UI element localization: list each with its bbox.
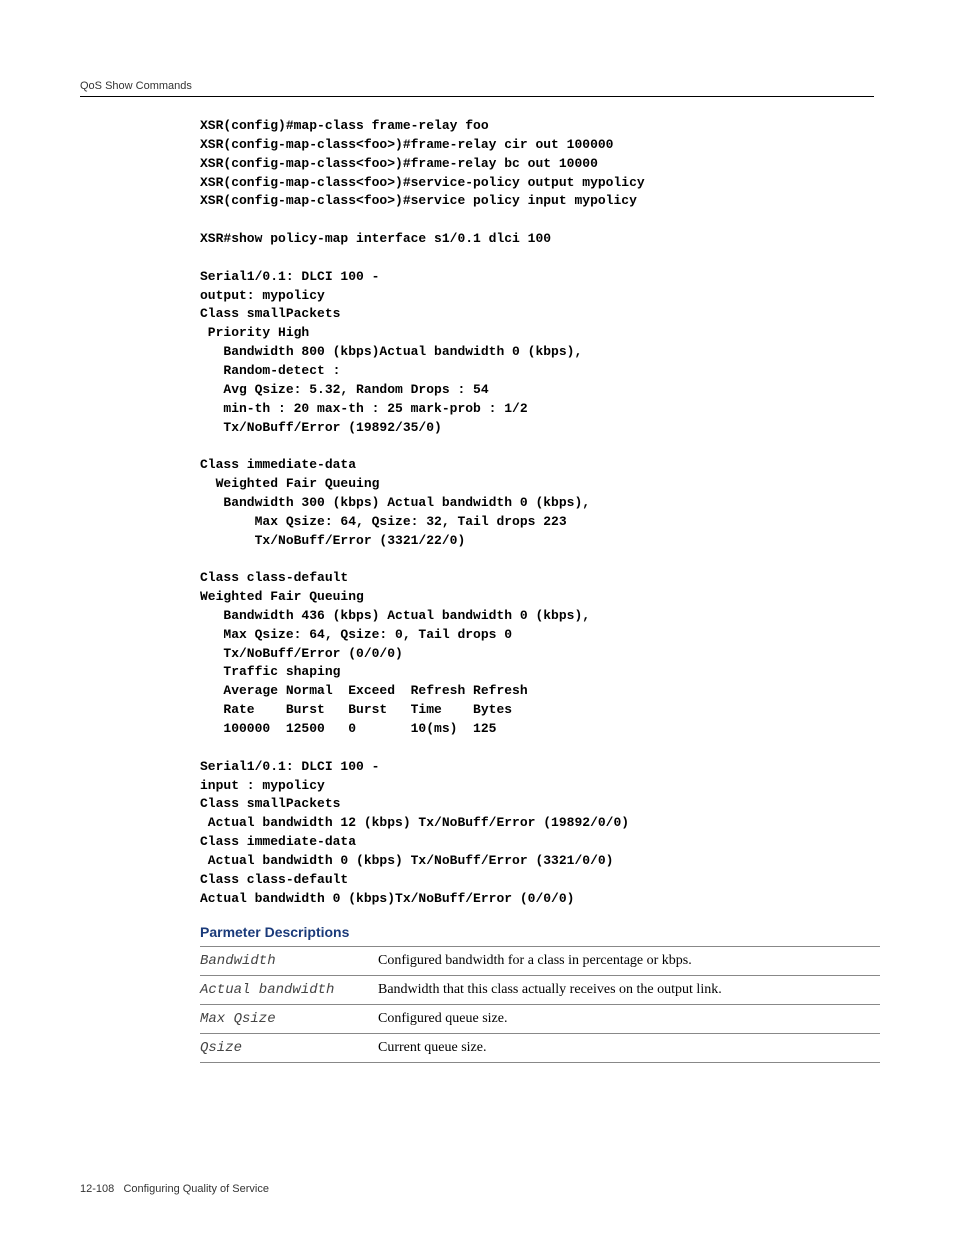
table-row: Actual bandwidth Bandwidth that this cla… [200, 976, 880, 1005]
param-desc: Configured queue size. [378, 1005, 880, 1034]
param-name: Actual bandwidth [200, 976, 378, 1005]
footer-page-number: 12-108 [80, 1183, 114, 1195]
param-desc: Current queue size. [378, 1034, 880, 1063]
param-desc: Bandwidth that this class actually recei… [378, 976, 880, 1005]
parameter-descriptions-heading: Parmeter Descriptions [200, 924, 874, 940]
table-row: Max Qsize Configured queue size. [200, 1005, 880, 1034]
footer-chapter: Configuring Quality of Service [123, 1183, 269, 1195]
code-output-block: XSR(config)#map-class frame-relay foo XS… [200, 117, 874, 908]
param-desc: Configured bandwidth for a class in perc… [378, 947, 880, 976]
table-row: Qsize Current queue size. [200, 1034, 880, 1063]
header-rule [80, 96, 874, 97]
parameter-table: Bandwidth Configured bandwidth for a cla… [200, 946, 880, 1063]
page-container: QoS Show Commands XSR(config)#map-class … [0, 0, 954, 1235]
param-name: Qsize [200, 1034, 378, 1063]
table-row: Bandwidth Configured bandwidth for a cla… [200, 947, 880, 976]
param-name: Max Qsize [200, 1005, 378, 1034]
page-footer: 12-108 Configuring Quality of Service [80, 1183, 269, 1195]
param-name: Bandwidth [200, 947, 378, 976]
page-header-title: QoS Show Commands [80, 80, 874, 92]
